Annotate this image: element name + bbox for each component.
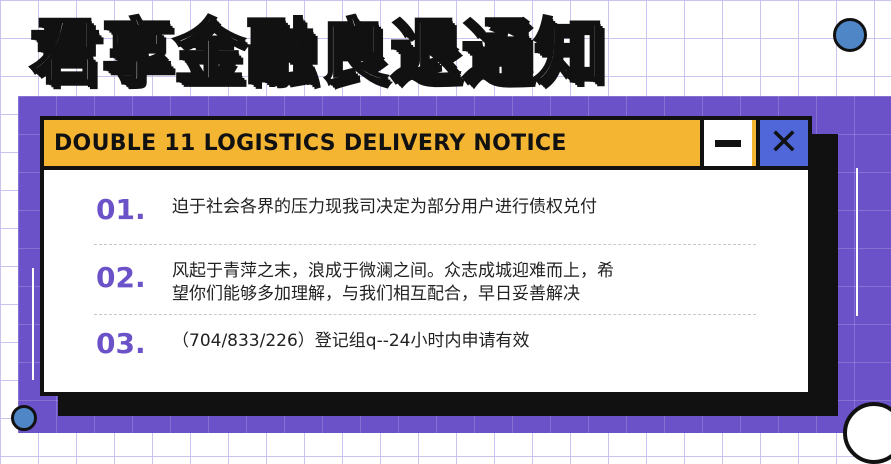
item-number: 03.	[96, 327, 146, 360]
divider	[94, 314, 756, 315]
item-number: 02.	[96, 261, 146, 294]
item-text: （704/833/226）登记组q--24小时内申请有效	[172, 331, 530, 351]
item-text-line-2: 望你们能够多加理解，与我们相互配合，早日妥善解决	[172, 284, 580, 304]
header-title: DOUBLE 11 LOGISTICS DELIVERY NOTICE	[54, 130, 567, 156]
list-item-1: 01. 迫于社会各界的压力现我司决定为部分用户进行债权兑付	[96, 192, 756, 228]
decor-circle-bottom-left	[11, 405, 37, 431]
decor-circle-top-right	[833, 18, 867, 52]
decor-line-right	[856, 168, 858, 316]
minimize-button[interactable]	[700, 120, 752, 166]
decor-line-left	[32, 268, 34, 380]
list-item-3: 03. （704/833/226）登记组q--24小时内申请有效	[96, 326, 756, 362]
item-number: 01.	[96, 193, 146, 226]
item-text-line-1: 风起于青萍之末，浪成于微澜之间。众志成城迎难而上，希	[172, 261, 614, 281]
item-text: 风起于青萍之末，浪成于微澜之间。众志成城迎难而上，希 望你们能够多加理解，与我们…	[172, 256, 614, 306]
list-item-2: 02. 风起于青萍之末，浪成于微澜之间。众志成城迎难而上，希 望你们能够多加理解…	[96, 256, 756, 306]
minimize-icon	[715, 139, 741, 147]
card-header: DOUBLE 11 LOGISTICS DELIVERY NOTICE ✕	[44, 120, 808, 170]
item-text: 迫于社会各界的压力现我司决定为部分用户进行债权兑付	[172, 197, 597, 217]
close-icon: ✕	[768, 122, 800, 163]
decor-circle-bottom-right	[843, 402, 891, 464]
close-button[interactable]: ✕	[756, 120, 808, 166]
divider	[94, 244, 756, 245]
page-title: 君享金融良退通知	[29, 10, 606, 95]
notice-card: DOUBLE 11 LOGISTICS DELIVERY NOTICE ✕ 01…	[40, 116, 812, 396]
